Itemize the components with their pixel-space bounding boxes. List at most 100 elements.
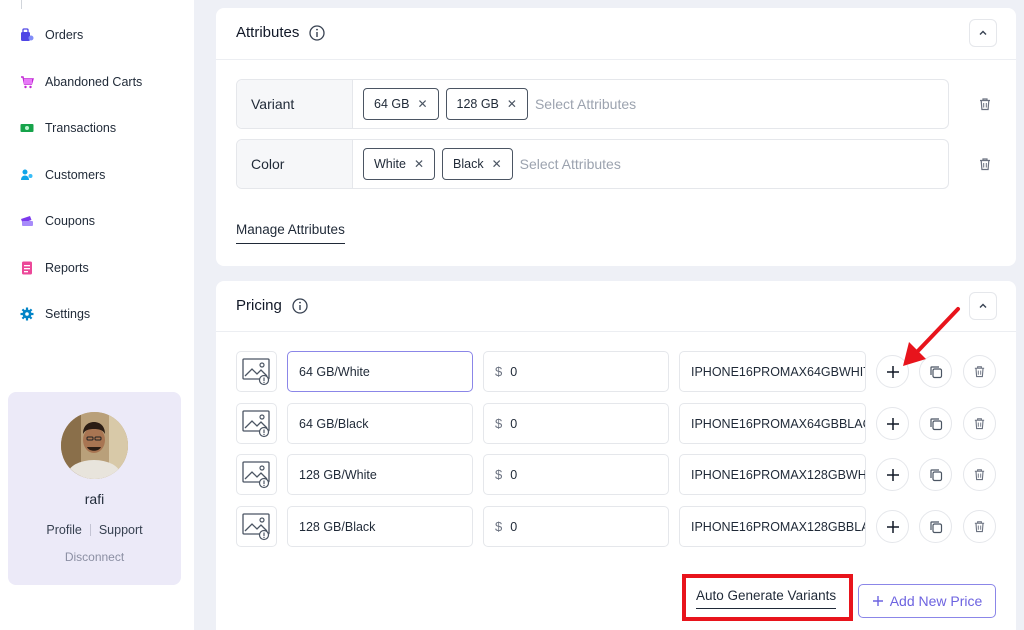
sku-input[interactable]: IPHONE16PROMAX128GBWHI xyxy=(679,454,866,495)
money-icon xyxy=(20,121,34,135)
sidebar-item-transactions[interactable]: Transactions xyxy=(20,116,116,140)
trash-icon xyxy=(974,469,985,481)
avatar[interactable] xyxy=(61,412,128,479)
price-input[interactable]: $0 xyxy=(483,351,669,392)
attributes-panel: Attributes Variant 64 GB ✕ 128 GB ✕ Select… xyxy=(216,8,1016,266)
sku-input[interactable]: IPHONE16PROMAX64GBWHIT xyxy=(679,351,866,392)
chip-label: Black xyxy=(453,157,484,171)
duplicate-button[interactable] xyxy=(919,355,952,388)
duplicate-button[interactable] xyxy=(919,458,952,491)
attributes-collapse-button[interactable] xyxy=(969,19,997,47)
close-icon[interactable]: ✕ xyxy=(414,157,424,171)
close-icon[interactable]: ✕ xyxy=(492,157,502,171)
select-attributes-input[interactable]: Select Attributes xyxy=(535,96,636,112)
plus-icon xyxy=(886,520,899,533)
image-placeholder-icon xyxy=(241,460,270,488)
plus-icon xyxy=(886,365,899,378)
add-new-price-button[interactable]: Add New Price xyxy=(858,584,996,618)
reports-icon xyxy=(20,261,34,275)
pricing-collapse-button[interactable] xyxy=(969,292,997,320)
delete-button[interactable] xyxy=(963,407,996,440)
duplicate-button[interactable] xyxy=(919,407,952,440)
info-icon[interactable] xyxy=(292,297,308,314)
sidebar-item-orders[interactable]: Orders xyxy=(20,23,83,47)
customers-icon xyxy=(20,168,34,182)
attribute-chip: White ✕ xyxy=(363,148,436,180)
chevron-up-icon xyxy=(979,303,987,308)
pricing-title-text: Pricing xyxy=(236,297,282,314)
sku-input[interactable]: IPHONE16PROMAX64GBBLAC xyxy=(679,403,866,444)
sidebar-divider xyxy=(21,0,22,9)
add-button[interactable] xyxy=(876,355,909,388)
currency-symbol: $ xyxy=(495,364,503,379)
currency-symbol: $ xyxy=(495,519,503,534)
image-placeholder-icon xyxy=(241,512,270,540)
sidebar-item-abandoned-carts[interactable]: Abandoned Carts xyxy=(20,70,142,94)
plus-icon xyxy=(886,468,899,481)
chip-label: White xyxy=(374,157,406,171)
manage-attributes-link[interactable]: Manage Attributes xyxy=(236,222,345,244)
user-card: rafi Profile Support Disconnect xyxy=(8,392,181,585)
attribute-values[interactable]: 64 GB ✕ 128 GB ✕ Select Attributes xyxy=(353,80,948,128)
support-link[interactable]: Support xyxy=(99,523,143,537)
trash-icon xyxy=(974,418,985,430)
price-value: 0 xyxy=(510,364,518,379)
sidebar-item-reports[interactable]: Reports xyxy=(20,256,89,280)
user-links: Profile Support xyxy=(8,523,181,537)
image-placeholder-icon xyxy=(241,357,270,385)
delete-button[interactable] xyxy=(963,355,996,388)
pricing-title: Pricing xyxy=(236,297,308,314)
plus-icon xyxy=(872,596,883,606)
image-upload-button[interactable] xyxy=(236,506,277,547)
profile-link[interactable]: Profile xyxy=(46,523,81,537)
variant-name-input[interactable]: 64 GB/Black xyxy=(287,403,473,444)
image-upload-button[interactable] xyxy=(236,351,277,392)
image-upload-button[interactable] xyxy=(236,454,277,495)
image-upload-button[interactable] xyxy=(236,403,277,444)
price-value: 0 xyxy=(510,519,518,534)
chip-label: 64 GB xyxy=(374,97,410,111)
sidebar-item-label: Reports xyxy=(45,261,89,275)
add-button[interactable] xyxy=(876,407,909,440)
disconnect-link[interactable]: Disconnect xyxy=(8,550,181,564)
delete-button[interactable] xyxy=(963,458,996,491)
attribute-row-color: Color White ✕ Black ✕ Select Attributes xyxy=(236,139,949,189)
gear-icon xyxy=(20,307,34,321)
attribute-row-variant: Variant 64 GB ✕ 128 GB ✕ Select Attributes xyxy=(236,79,949,129)
sku-input[interactable]: IPHONE16PROMAX128GBBLA xyxy=(679,506,866,547)
delete-attribute-button[interactable] xyxy=(976,155,994,173)
delete-button[interactable] xyxy=(963,510,996,543)
attribute-chip: Black ✕ xyxy=(442,148,513,180)
attribute-values[interactable]: White ✕ Black ✕ Select Attributes xyxy=(353,140,948,188)
duplicate-button[interactable] xyxy=(919,510,952,543)
sidebar-item-settings[interactable]: Settings xyxy=(20,302,90,326)
delete-attribute-button[interactable] xyxy=(976,95,994,113)
coupon-icon xyxy=(20,214,34,228)
attributes-title-text: Attributes xyxy=(236,24,300,41)
sidebar-item-customers[interactable]: Customers xyxy=(20,163,105,187)
price-input[interactable]: $0 xyxy=(483,506,669,547)
price-row: 128 GB/White $0 IPHONE16PROMAX128GBWHI xyxy=(236,454,996,496)
add-button[interactable] xyxy=(876,510,909,543)
add-new-price-label: Add New Price xyxy=(889,593,983,609)
close-icon[interactable]: ✕ xyxy=(417,97,427,111)
variant-name-input[interactable]: 64 GB/White xyxy=(287,351,473,392)
user-name: rafi xyxy=(84,491,105,507)
panel-divider xyxy=(216,59,1016,60)
attribute-chip: 128 GB ✕ xyxy=(445,88,528,120)
info-icon[interactable] xyxy=(309,24,326,41)
sidebar-item-coupons[interactable]: Coupons xyxy=(20,209,95,233)
variant-name-input[interactable]: 128 GB/White xyxy=(287,454,473,495)
price-input[interactable]: $0 xyxy=(483,454,669,495)
price-input[interactable]: $0 xyxy=(483,403,669,444)
orders-icon xyxy=(20,28,34,42)
add-button[interactable] xyxy=(876,458,909,491)
variant-name-input[interactable]: 128 GB/Black xyxy=(287,506,473,547)
select-attributes-input[interactable]: Select Attributes xyxy=(520,156,621,172)
attribute-label: Color xyxy=(237,140,353,188)
close-icon[interactable]: ✕ xyxy=(507,97,517,111)
sidebar: Orders Abandoned Carts Transactions Cust… xyxy=(0,0,194,630)
currency-symbol: $ xyxy=(495,467,503,482)
auto-generate-variants-button[interactable]: Auto Generate Variants xyxy=(696,588,837,609)
plus-icon xyxy=(886,417,899,430)
